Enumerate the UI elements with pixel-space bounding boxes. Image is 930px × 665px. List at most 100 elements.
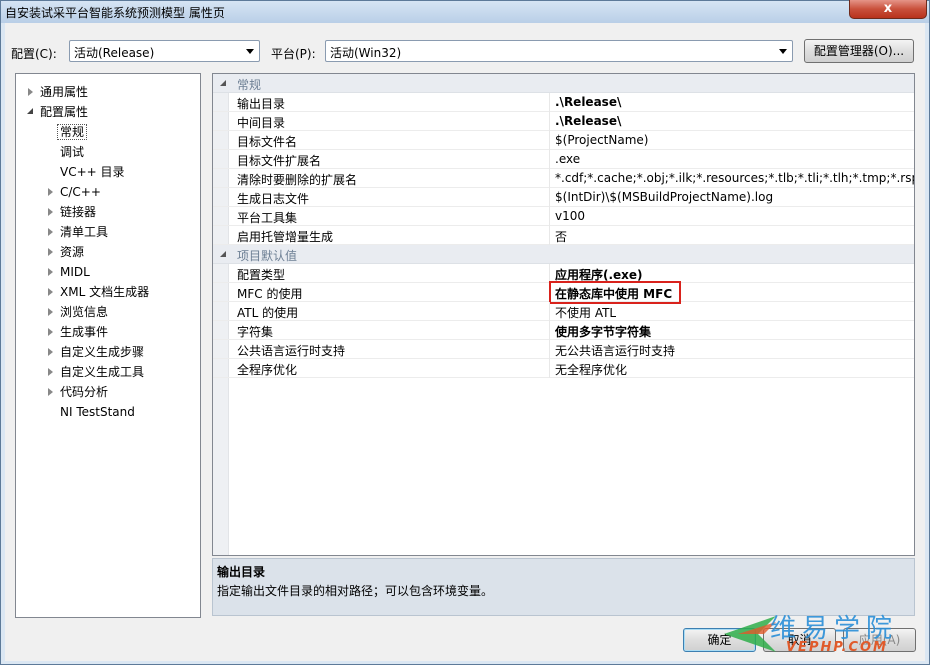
grid-row[interactable]: 启用托管增量生成 否 [213,226,914,245]
expand-arrow-icon[interactable] [48,268,53,276]
tree-item-midl[interactable]: MIDL [48,262,90,282]
property-name: 目标文件名 [237,135,298,149]
tree-item-browse-information[interactable]: 浏览信息 [48,302,108,322]
property-name: MFC 的使用 [237,287,303,301]
expand-arrow-icon[interactable] [48,328,53,336]
tree-item-debugging[interactable]: 调试 [60,142,84,162]
property-value[interactable]: v100 [555,209,585,223]
property-value[interactable]: *.cdf;*.cache;*.obj;*.ilk;*.resources;*.… [555,171,914,185]
expand-arrow-icon[interactable] [48,288,53,296]
tree-item-common-properties[interactable]: 通用属性 [28,82,88,102]
tree-item-build-events[interactable]: 生成事件 [48,322,109,342]
chevron-down-icon [246,49,254,54]
tree-item-label: NI TestStand [60,405,135,419]
grid-row[interactable]: 中间目录 .\Release\ [213,112,914,131]
grid-category[interactable]: 项目默认值 [213,245,914,264]
property-value[interactable]: .\Release\ [555,114,621,128]
collapse-arrow-icon[interactable] [220,80,226,86]
column-divider [549,112,550,131]
description-title: 输出目录 [217,565,266,579]
expand-arrow-icon[interactable] [48,228,53,236]
property-name: 中间目录 [237,116,286,130]
property-value[interactable]: .exe [555,152,580,166]
config-label: 配置(C): [11,47,57,61]
grid-row[interactable]: 输出目录 .\Release\ [213,93,914,112]
property-value[interactable]: .\Release\ [555,95,621,109]
property-value[interactable]: 无全程序优化 [555,361,627,378]
dialog-client-area: 配置(C): 活动(Release) 平台(P): 活动(Win32) 配置管理… [5,23,925,661]
column-divider [549,93,550,112]
grid-category[interactable]: 常规 [213,74,914,93]
expand-arrow-icon[interactable] [48,208,53,216]
platform-label: 平台(P): [271,47,316,61]
tree-item-ni-teststand[interactable]: NI TestStand [60,402,135,422]
grid-row[interactable]: MFC 的使用 在静态库中使用 MFC [213,281,914,304]
config-manager-button[interactable]: 配置管理器(O)... [804,39,914,63]
tree-item-resources[interactable]: 资源 [48,242,84,262]
property-value[interactable]: 否 [555,228,567,245]
expand-arrow-icon[interactable] [48,188,53,196]
grid-row[interactable]: ATL 的使用 不使用 ATL [213,302,914,321]
tree-item-label: 调试 [60,145,85,159]
tree-item-custom-build-step[interactable]: 自定义生成步骤 [48,342,144,362]
grid-row[interactable]: 全程序优化 无全程序优化 [213,359,914,378]
tree-item-vc-directories[interactable]: VC++ 目录 [60,162,125,182]
property-name: 启用托管增量生成 [237,230,334,244]
description-text: 指定输出文件目录的相对路径；可以包含环境变量。 [217,584,494,598]
property-value[interactable]: 使用多字节字符集 [555,323,651,340]
grid-row[interactable]: 公共语言运行时支持 无公共语言运行时支持 [213,340,914,359]
tree-item-label: MIDL [60,265,90,279]
grid-row[interactable]: 目标文件名 $(ProjectName) [213,131,914,150]
grid-category-label: 项目默认值 [237,249,298,263]
column-divider [549,359,550,378]
property-tree[interactable]: 通用属性 配置属性 常规调试 VC++ 目录 C/C++ 链接器清单工具资源 MIDL XML… [15,73,201,618]
grid-row[interactable]: 字符集 使用多字节字符集 [213,321,914,340]
expand-arrow-icon[interactable] [48,368,53,376]
column-divider [549,226,550,245]
title-bar[interactable]: 自安装试采平台智能系统预测模型 属性页 x [1,0,929,23]
column-divider [549,169,550,188]
property-name: 全程序优化 [237,363,298,377]
platform-select[interactable]: 活动(Win32) [325,40,793,62]
tree-item-c-cpp[interactable]: C/C++ [48,182,101,202]
column-divider [549,321,550,340]
collapse-arrow-icon[interactable] [220,251,226,257]
property-name: 平台工具集 [237,211,298,225]
close-icon: x [883,1,893,16]
property-name: 字符集 [237,325,274,339]
tree-item-label: XML 文档生成器 [60,285,150,299]
tree-item-label: 代码分析 [60,385,109,399]
property-grid[interactable]: 常规 输出目录 .\Release\ 中间目录 .\Release\ 目标文件名 $(Pro… [212,73,915,556]
tree-item-custom-build-tool[interactable]: 自定义生成工具 [48,362,144,382]
grid-row[interactable]: 平台工具集 v100 [213,207,914,226]
tree-item-code-analysis[interactable]: 代码分析 [48,382,109,402]
close-button[interactable]: x [849,0,927,19]
property-value[interactable]: 不使用 ATL [555,304,616,321]
tree-item-linker[interactable]: 链接器 [48,202,97,222]
property-value[interactable]: $(IntDir)\$(MSBuildProjectName).log [555,190,773,204]
tree-item-label: 清单工具 [60,225,109,239]
property-value[interactable]: 无公共语言运行时支持 [555,342,675,359]
tree-item-general[interactable]: 常规 [57,122,88,142]
tree-item-manifest-tool[interactable]: 清单工具 [48,222,109,242]
tree-item-label: 链接器 [60,205,97,219]
expand-arrow-icon[interactable] [48,308,53,316]
property-name: 目标文件扩展名 [237,154,322,168]
expand-arrow-icon[interactable] [48,388,53,396]
grid-row[interactable]: 生成日志文件 $(IntDir)\$(MSBuildProjectName).lo… [213,188,914,207]
column-divider [549,188,550,207]
grid-row[interactable]: 目标文件扩展名 .exe [213,150,914,169]
tree-item-config-properties[interactable]: 配置属性 [27,102,88,122]
grid-row[interactable]: 清除时要删除的扩展名 *.cdf;*.cache;*.obj;*.ilk;*.re… [213,169,914,188]
collapse-arrow-icon[interactable] [27,108,33,114]
column-divider [549,340,550,359]
config-select[interactable]: 活动(Release) [69,40,260,62]
property-value[interactable]: $(ProjectName) [555,133,648,147]
expand-arrow-icon[interactable] [48,248,53,256]
tree-item-label: 生成事件 [60,325,109,339]
tree-item-xml-doc-generator[interactable]: XML 文档生成器 [48,282,150,302]
column-divider [549,150,550,169]
column-divider [549,131,550,150]
expand-arrow-icon[interactable] [28,88,33,96]
expand-arrow-icon[interactable] [48,348,53,356]
